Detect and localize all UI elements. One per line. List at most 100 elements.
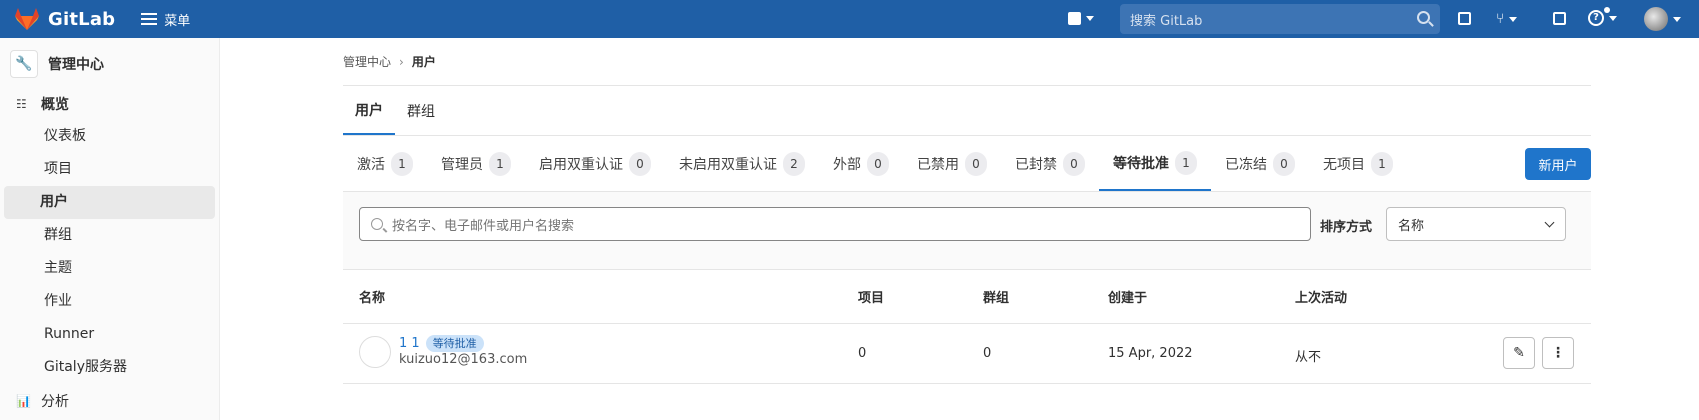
filter-tab-label: 未启用双重认证 (679, 156, 777, 173)
sidebar-item-dashboard[interactable]: 仪表板 (4, 120, 215, 153)
main-content: 管理中心 › 用户 用户 群组 激活 1 管理员 1 启用双重认证 0 未启用双重认证… (343, 38, 1591, 384)
filter-tab-deactivated[interactable]: 已冻结 0 (1211, 136, 1309, 191)
filter-tab-label: 无项目 (1323, 156, 1365, 173)
global-search-placeholder: 搜索 GitLab (1130, 13, 1203, 29)
sidebar-item-topics[interactable]: 主题 (4, 252, 215, 285)
count-badge: 1 (1371, 151, 1393, 176)
sidebar-section-overview[interactable]: ☷ 概览 (0, 87, 219, 120)
user-avatar (1644, 7, 1668, 31)
gitlab-logo[interactable]: GitLab (14, 7, 115, 31)
column-header-created: 创建于 (1108, 291, 1148, 306)
table-row: 1 1 等待批准 kuizuo12@163.com 0 0 15 Apr, 20… (343, 324, 1591, 384)
user-projects-count: 0 (858, 346, 867, 361)
filter-tab-without-projects[interactable]: 无项目 1 (1309, 136, 1407, 191)
merge-requests-dropdown[interactable]: ⑂ (1496, 11, 1518, 27)
caret-down-icon (1509, 16, 1518, 22)
filter-tab-external[interactable]: 外部 0 (819, 136, 903, 191)
filter-tab-blocked[interactable]: 已禁用 0 (903, 136, 1001, 191)
avatar[interactable] (359, 336, 391, 368)
breadcrumb-root[interactable]: 管理中心 (343, 53, 391, 70)
sidebar-item-users[interactable]: 用户 (4, 186, 215, 219)
help-icon: ? (1588, 10, 1604, 26)
top-navbar: GitLab 菜单 搜索 GitLab ⑂ ? (0, 0, 1699, 38)
filter-tab-active[interactable]: 激活 1 (343, 136, 427, 191)
filter-bar: 按名字、电子邮件或用户名搜索 排序方式 名称 (343, 192, 1591, 270)
global-search[interactable]: 搜索 GitLab (1120, 4, 1440, 34)
edit-user-button[interactable]: ✎ (1503, 337, 1535, 369)
issues-icon (1458, 12, 1471, 25)
menu-label: 菜单 (164, 13, 191, 29)
caret-down-icon (1673, 16, 1681, 22)
table-header: 名称 项目 群组 创建于 上次活动 (343, 270, 1591, 324)
sort-value: 名称 (1398, 218, 1425, 234)
column-header-groups: 群组 (983, 291, 1010, 306)
primary-tabs: 用户 群组 (343, 86, 1591, 136)
filter-tab-pending-approval[interactable]: 等待批准 1 (1099, 136, 1211, 191)
search-icon (1417, 11, 1430, 24)
count-badge: 0 (867, 151, 889, 176)
user-groups-count: 0 (983, 346, 992, 361)
sidebar-item-projects[interactable]: 项目 (4, 153, 215, 186)
menu-button[interactable]: 菜单 (141, 10, 190, 29)
count-badge: 2 (783, 151, 805, 176)
admin-sidebar: 🔧 管理中心 ☷ 概览 仪表板 项目 用户 群组 主题 作业 Runner Gi… (0, 38, 220, 420)
caret-down-icon (1609, 15, 1617, 21)
column-header-last-activity: 上次活动 (1295, 291, 1348, 306)
sort-label: 排序方式 (1320, 220, 1373, 235)
filter-tab-label: 等待批准 (1113, 155, 1169, 172)
count-badge: 0 (1273, 151, 1295, 176)
user-menu[interactable] (1644, 7, 1681, 31)
caret-down-icon (1086, 16, 1094, 21)
count-badge: 1 (489, 151, 511, 176)
column-header-projects: 项目 (858, 291, 885, 306)
user-email: kuizuo12@163.com (399, 352, 528, 367)
breadcrumb-current[interactable]: 用户 (412, 53, 436, 70)
issues-button[interactable] (1458, 12, 1471, 25)
todo-check-icon (1553, 12, 1566, 25)
filter-tab-2fa-enabled[interactable]: 启用双重认证 0 (525, 136, 665, 191)
new-item-dropdown[interactable] (1068, 12, 1094, 25)
user-name-link[interactable]: 1 1 等待批准 (399, 335, 484, 352)
user-last-activity: 从不 (1295, 350, 1322, 365)
filter-tab-banned[interactable]: 已封禁 0 (1001, 136, 1099, 191)
sidebar-item-jobs[interactable]: 作业 (4, 285, 215, 318)
pencil-square-icon: ✎ (1513, 345, 1525, 361)
sidebar-item-groups[interactable]: 群组 (4, 219, 215, 252)
tab-groups[interactable]: 群组 (395, 86, 447, 135)
count-badge: 1 (1175, 150, 1197, 175)
wrench-icon: 🔧 (10, 50, 38, 78)
plus-square-icon (1068, 12, 1081, 25)
sidebar-section-analytics[interactable]: 📊 分析 (0, 384, 219, 417)
filter-tab-admins[interactable]: 管理员 1 (427, 136, 525, 191)
merge-request-icon: ⑂ (1496, 11, 1505, 27)
hamburger-icon (141, 13, 158, 25)
sort-dropdown[interactable]: 名称 (1386, 207, 1566, 241)
user-search-input[interactable]: 按名字、电子邮件或用户名搜索 (359, 207, 1311, 241)
user-created-date: 15 Apr, 2022 (1108, 346, 1193, 361)
filter-tab-2fa-disabled[interactable]: 未启用双重认证 2 (665, 136, 819, 191)
filter-tab-label: 管理员 (441, 156, 483, 173)
sidebar-item-runner[interactable]: Runner (4, 318, 215, 351)
help-dropdown[interactable]: ? (1588, 7, 1617, 26)
filter-tab-label: 已冻结 (1225, 156, 1267, 173)
kebab-icon: ⋮ (1551, 345, 1565, 361)
count-badge: 1 (391, 151, 413, 176)
filter-tab-label: 已禁用 (917, 156, 959, 173)
count-badge: 0 (1063, 151, 1085, 176)
todos-button[interactable] (1553, 12, 1566, 25)
breadcrumb-chevron-icon: › (399, 54, 404, 69)
search-icon (371, 218, 383, 230)
status-badge: 等待批准 (425, 335, 484, 352)
tab-users[interactable]: 用户 (343, 86, 395, 135)
more-actions-button[interactable]: ⋮ (1542, 337, 1574, 369)
user-name: 1 1 (399, 336, 420, 351)
sidebar-item-gitaly-servers[interactable]: Gitaly服务器 (4, 351, 215, 384)
count-badge: 0 (629, 151, 651, 176)
sidebar-header[interactable]: 🔧 管理中心 (0, 41, 219, 87)
new-user-button[interactable]: 新用户 (1525, 148, 1591, 180)
column-header-name: 名称 (359, 291, 386, 306)
chart-icon: 📊 (16, 393, 31, 408)
chevron-down-icon (1544, 217, 1555, 228)
count-badge: 0 (965, 151, 987, 176)
user-search-placeholder: 按名字、电子邮件或用户名搜索 (392, 218, 575, 234)
